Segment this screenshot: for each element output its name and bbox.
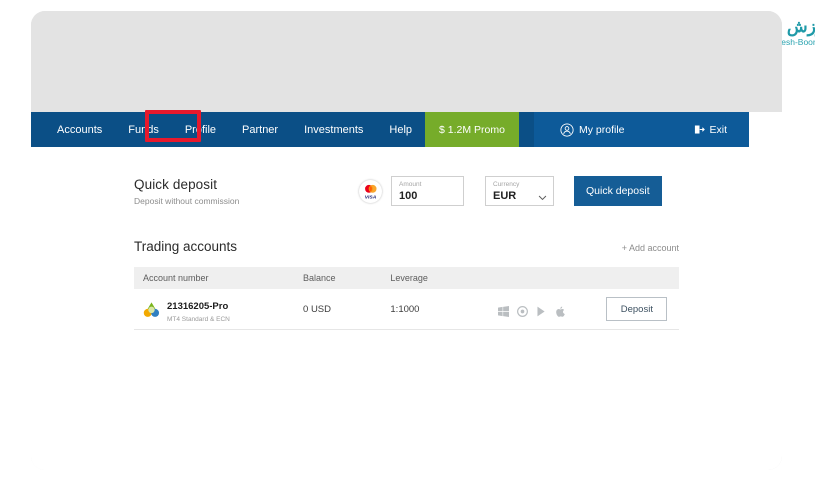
quick-deposit-titles: Quick deposit Deposit without commission <box>134 177 359 206</box>
chevron-down-icon <box>538 188 547 201</box>
mastercard-visa-icon: VISA <box>359 179 382 203</box>
account-balance: 0 USD <box>303 303 331 315</box>
account-leverage: 1:1000 <box>390 303 420 315</box>
trading-accounts-title: Trading accounts <box>134 239 238 254</box>
amount-field[interactable]: Amount <box>391 176 464 206</box>
currency-value: EUR <box>493 189 517 202</box>
nav-item-promo[interactable]: $ 1.2M Promo <box>425 112 519 147</box>
trading-accounts-header: Trading accounts + Add account <box>134 239 679 254</box>
nav-item-help[interactable]: Help <box>376 112 425 147</box>
quick-deposit-title: Quick deposit <box>134 176 218 192</box>
nav-item-funds[interactable]: Funds <box>115 112 172 147</box>
platform-icons <box>498 304 606 317</box>
account-type: MT4 Standard & ECN <box>167 315 230 323</box>
user-circle-icon <box>560 122 574 137</box>
deposit-button[interactable]: Deposit <box>606 297 668 321</box>
nav-item-profile[interactable]: Profile <box>172 112 229 147</box>
column-header-account-number: Account number <box>143 273 209 283</box>
browser-chrome <box>31 11 782 112</box>
apple-icon[interactable] <box>555 304 566 317</box>
add-account-link[interactable]: + Add account <box>622 243 679 253</box>
quick-deposit-subtitle: Deposit without commission <box>134 195 240 206</box>
mt4-account-icon <box>143 301 160 318</box>
nav-links: Accounts Funds Profile Partner Investmen… <box>31 112 519 147</box>
nav-item-partner[interactable]: Partner <box>229 112 291 147</box>
windows-icon[interactable] <box>498 304 510 317</box>
svg-text:VISA: VISA <box>365 194 377 200</box>
account-number: 21316205-Pro <box>167 300 229 312</box>
quick-deposit-button[interactable]: Quick deposit <box>574 176 662 206</box>
google-play-icon[interactable] <box>536 304 547 316</box>
amount-input[interactable] <box>399 190 456 203</box>
browser-window: Accounts Funds Profile Partner Investmen… <box>31 11 782 470</box>
currency-label: Currency <box>493 181 520 189</box>
my-profile-label: My profile <box>579 123 625 136</box>
table-row: 21316205-Pro MT4 Standard & ECN 0 USD 1:… <box>134 289 679 330</box>
main-navbar: Accounts Funds Profile Partner Investmen… <box>31 112 749 147</box>
my-profile-button[interactable]: My profile <box>534 112 625 147</box>
column-header-balance: Balance <box>303 273 336 283</box>
screenshot-root: آموزش ساده بورس www.Amoozesh-Boors.com A… <box>0 0 815 504</box>
table-header-row: Account number Balance Leverage <box>134 267 679 289</box>
row-action-cell: Deposit <box>606 297 679 321</box>
exit-label: Exit <box>709 123 727 136</box>
main-content: Quick deposit Deposit without commission… <box>31 147 749 330</box>
nav-item-accounts[interactable]: Accounts <box>44 112 115 147</box>
trading-accounts-table: Account number Balance Leverage 21316205… <box>134 267 679 330</box>
page-content: Accounts Funds Profile Partner Investmen… <box>31 112 749 470</box>
currency-select[interactable]: Currency EUR <box>485 176 554 206</box>
nav-account-area: My profile Exit <box>534 112 749 147</box>
exit-button[interactable]: Exit <box>694 112 749 147</box>
nav-item-investments[interactable]: Investments <box>291 112 376 147</box>
exit-icon <box>694 124 706 135</box>
web-terminal-icon[interactable] <box>517 304 529 317</box>
page-viewport: Accounts Funds Profile Partner Investmen… <box>31 112 782 470</box>
account-cell: 21316205-Pro MT4 Standard & ECN <box>143 296 303 323</box>
column-header-leverage: Leverage <box>390 273 428 283</box>
quick-deposit-section: Quick deposit Deposit without commission… <box>134 176 674 206</box>
amount-label: Amount <box>399 180 422 188</box>
